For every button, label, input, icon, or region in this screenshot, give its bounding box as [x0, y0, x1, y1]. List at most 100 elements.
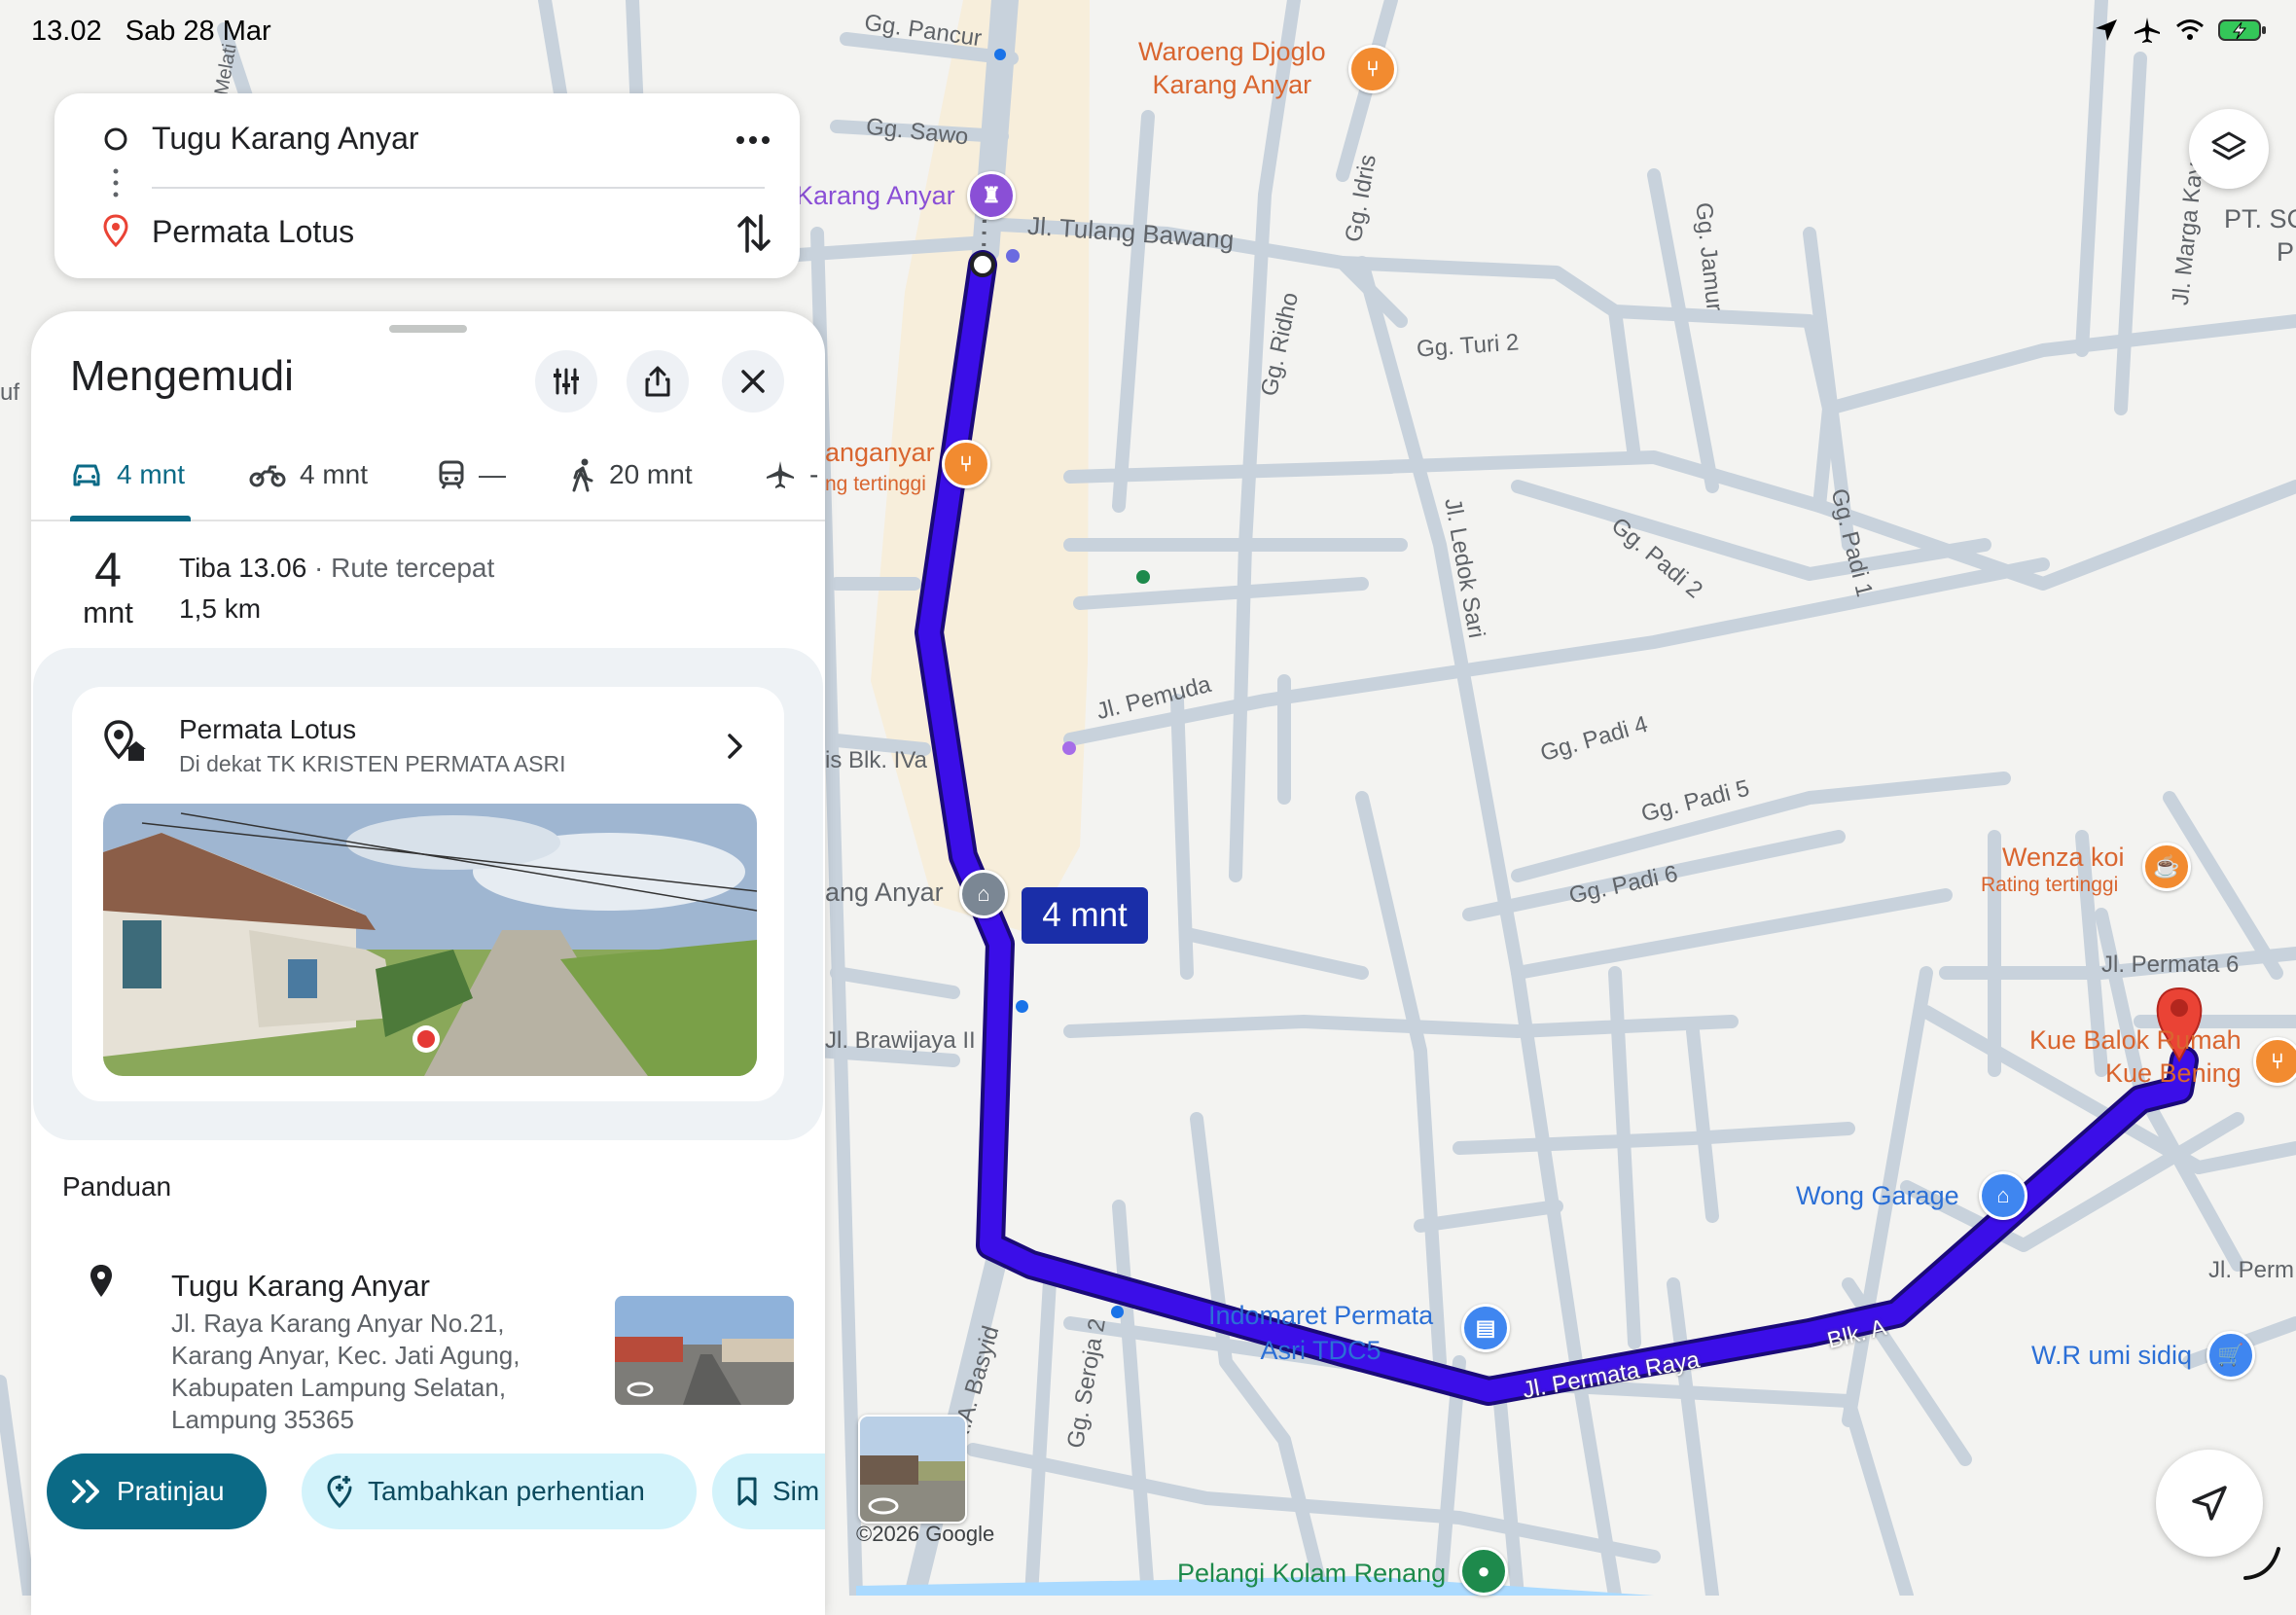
- status-icons: [2094, 16, 2267, 45]
- pool-icon[interactable]: ●: [1459, 1547, 1508, 1596]
- tab-label: 4 mnt: [117, 459, 186, 489]
- monument-icon[interactable]: ♜: [967, 171, 1016, 220]
- preview-label: Pratinjau: [117, 1476, 225, 1506]
- poi-label-indomaret[interactable]: Indomaret Permata Asri TDC5: [1208, 1298, 1433, 1368]
- separator: ·: [306, 553, 332, 583]
- airplane-icon: [2135, 18, 2160, 43]
- destination-section: Permata Lotus Di dekat TK KRISTEN PERMAT…: [33, 648, 823, 1140]
- chevron-right-icon[interactable]: [726, 732, 745, 761]
- tab-walking[interactable]: 20 mnt: [570, 453, 693, 496]
- corner-gesture-indicator: [2243, 1547, 2280, 1580]
- street-label: Jl. Brawijaya II: [825, 1027, 976, 1054]
- status-bar: 13.02 Sab 28 Mar: [0, 0, 2296, 58]
- route-note: Rute tercepat: [331, 553, 495, 583]
- duration-summary: 4 mnt: [72, 545, 144, 630]
- battery-charging-icon: [2218, 19, 2266, 41]
- street-view-photo[interactable]: [103, 804, 757, 1076]
- add-stop-button[interactable]: Tambahkan perhentian: [302, 1454, 697, 1529]
- restaurant-icon[interactable]: ⑂: [2253, 1037, 2296, 1086]
- restaurant-icon[interactable]: ⑂: [942, 440, 990, 488]
- double-chevron-right-icon: [72, 1480, 99, 1503]
- destination-row[interactable]: Permata Lotus: [54, 200, 800, 269]
- duration-number: 4: [94, 543, 122, 597]
- bookmark-icon: [737, 1477, 757, 1506]
- add-stop-label: Tambahkan perhentian: [368, 1476, 645, 1506]
- poi-label-wr-umi-sidiq[interactable]: W.R umi sidiq: [2031, 1341, 2192, 1371]
- save-button[interactable]: Sim: [712, 1454, 825, 1529]
- shopping-bag-icon[interactable]: ⌂: [1979, 1171, 2027, 1220]
- poi-label-karang-anyar[interactable]: Karang Anyar: [796, 181, 955, 211]
- share-button[interactable]: [627, 350, 689, 413]
- map-label: P: [2277, 237, 2295, 267]
- map-dot: [1136, 570, 1150, 584]
- layers-button[interactable]: [2189, 109, 2269, 189]
- route-distance: 1,5 km: [179, 593, 262, 624]
- tab-transit[interactable]: —: [438, 453, 506, 496]
- tab-motorcycle[interactable]: 4 mnt: [249, 453, 368, 496]
- route-connector-dots: [113, 168, 119, 197]
- shopping-cart-icon[interactable]: 🛒: [2206, 1331, 2255, 1380]
- street-view-thumbnail[interactable]: [858, 1415, 967, 1524]
- more-options-icon[interactable]: [735, 134, 771, 146]
- poi-label-karanganyar-food[interactable]: anganyar: [825, 436, 935, 469]
- destination-card[interactable]: Permata Lotus Di dekat TK KRISTEN PERMAT…: [72, 687, 784, 1101]
- street-view-image: [615, 1296, 794, 1405]
- active-tab-indicator: [70, 516, 191, 521]
- route-options-button[interactable]: [535, 350, 597, 413]
- status-date: Sab 28 Mar: [125, 16, 271, 47]
- poi-label-karang-anyar-2[interactable]: ang Anyar: [825, 878, 944, 908]
- panel-title: Mengemudi: [70, 352, 294, 400]
- route-eta-bubble[interactable]: 4 mnt: [1022, 887, 1148, 944]
- directions-panel: Mengemudi 4 mnt 4 mnt — 20 mnt - 4 mnt T…: [31, 311, 825, 1615]
- transit-icon: [439, 460, 464, 489]
- tab-flight[interactable]: -: [765, 453, 818, 496]
- map-dot: [1016, 1000, 1028, 1013]
- navigation-arrow-icon: [2192, 1486, 2227, 1521]
- route-input-card: Tugu Karang Anyar Permata Lotus: [54, 93, 800, 278]
- close-button[interactable]: [722, 350, 784, 413]
- arrival-time: Tiba 13.06: [179, 553, 307, 583]
- status-clock: 13.02: [31, 16, 102, 47]
- status-time: 13.02 Sab 28 Mar: [31, 16, 271, 48]
- street-label: is Blk. IVa: [825, 747, 927, 773]
- layers-icon: [2211, 131, 2246, 161]
- arrival-line: Tiba 13.06 · Rute tercepat: [179, 553, 494, 584]
- poi-sublabel: Rating tertinggi: [1981, 874, 2119, 896]
- step-title[interactable]: Tugu Karang Anyar: [171, 1269, 430, 1304]
- street-label: Jl. Permata 6: [2101, 951, 2240, 978]
- poi-label-kue-balok[interactable]: Kue Balok Rumah Kue Bening: [2029, 1023, 2242, 1090]
- street-view-image: [103, 804, 757, 1076]
- street-label: Jl. Perm: [2208, 1257, 2295, 1283]
- close-icon: [741, 370, 765, 393]
- origin-row[interactable]: Tugu Karang Anyar: [54, 107, 800, 175]
- map-dot: [1111, 1306, 1124, 1318]
- origin-circle-icon: [104, 127, 127, 151]
- tab-driving[interactable]: 4 mnt: [70, 453, 185, 496]
- place-pin-icon: [104, 720, 146, 761]
- store-icon[interactable]: ▤: [1461, 1304, 1510, 1352]
- poi-label-pelangi[interactable]: Pelangi Kolam Renang: [1177, 1559, 1446, 1589]
- drag-handle[interactable]: [389, 325, 467, 333]
- route-start-marker: [970, 252, 995, 277]
- destination-pin-icon: [103, 214, 128, 247]
- poi-label-wenza-koi[interactable]: Wenza koi: [2002, 841, 2125, 874]
- share-icon: [645, 366, 670, 397]
- swap-directions-icon[interactable]: [735, 212, 772, 255]
- wifi-icon: [2176, 19, 2204, 40]
- cafe-icon[interactable]: ☕: [2142, 843, 2191, 891]
- step-pin-icon: [90, 1265, 112, 1297]
- add-location-icon: [327, 1475, 352, 1509]
- map-dot: [1006, 249, 1020, 263]
- map-label: PT. SC: [2224, 204, 2296, 233]
- tab-label: 4 mnt: [300, 459, 369, 489]
- street-view-icon: [860, 1417, 965, 1522]
- poi-label-wong-garage[interactable]: Wong Garage: [1796, 1181, 1959, 1211]
- motorcycle-icon: [249, 465, 286, 487]
- save-label: Sim: [772, 1476, 820, 1506]
- government-building-icon[interactable]: ⌂: [959, 870, 1008, 918]
- step-street-view-photo[interactable]: [615, 1296, 794, 1405]
- step-address: Jl. Raya Karang Anyar No.21, Karang Anya…: [171, 1309, 520, 1434]
- destination-field[interactable]: Permata Lotus: [152, 214, 354, 250]
- preview-button[interactable]: Pratinjau: [47, 1454, 267, 1529]
- origin-field[interactable]: Tugu Karang Anyar: [152, 121, 419, 157]
